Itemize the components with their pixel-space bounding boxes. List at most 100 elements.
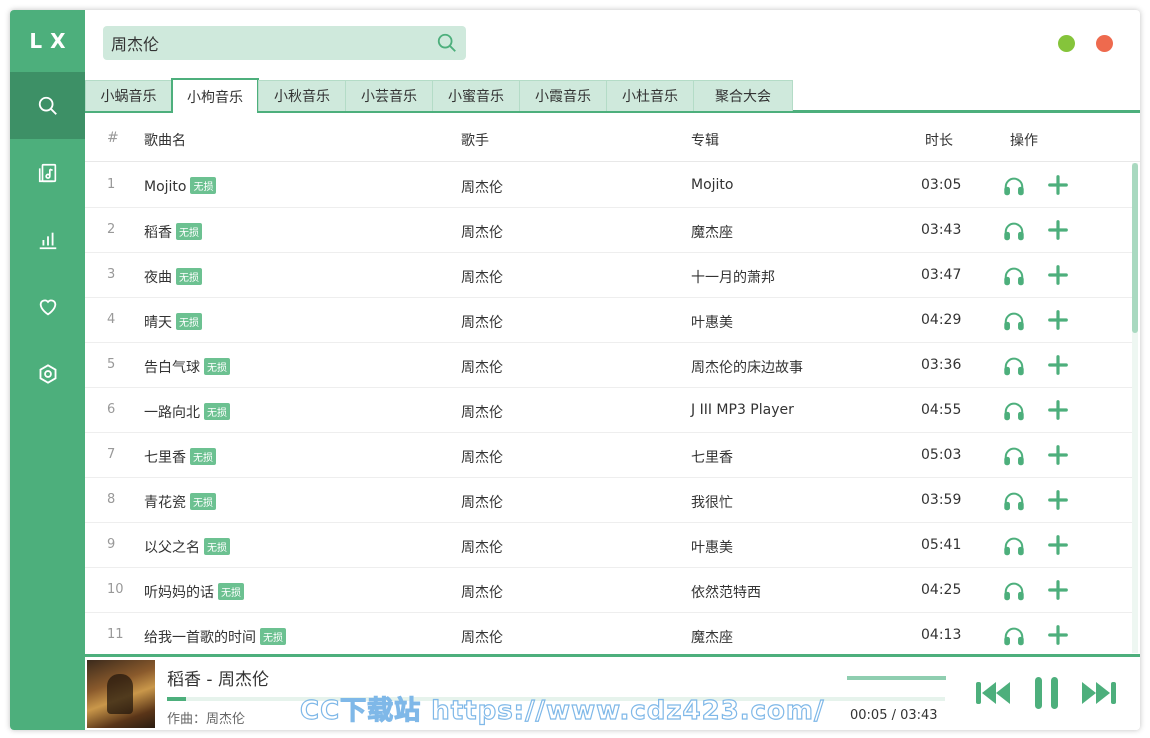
table-row[interactable]: 8 青花瓷 无损 周杰伦 我很忙 03:59 — [85, 478, 1133, 523]
song-number: 1 — [107, 177, 116, 192]
headphones-icon[interactable] — [1003, 625, 1025, 647]
add-icon[interactable] — [1047, 579, 1069, 601]
song-singer[interactable]: 周杰伦 — [461, 447, 503, 467]
song-singer[interactable]: 周杰伦 — [461, 582, 503, 602]
song-name: 稻香 — [144, 225, 172, 241]
song-album[interactable]: 我很忙 — [691, 492, 733, 512]
headphones-icon[interactable] — [1003, 490, 1025, 512]
song-singer[interactable]: 周杰伦 — [461, 357, 503, 377]
song-album[interactable]: 周杰伦的床边故事 — [691, 357, 803, 377]
add-icon[interactable] — [1047, 309, 1069, 331]
previous-track-icon[interactable] — [974, 674, 1014, 712]
tab-source[interactable]: 小蜜音乐 — [432, 80, 520, 111]
song-singer[interactable]: 周杰伦 — [461, 627, 503, 647]
add-icon[interactable] — [1047, 399, 1069, 421]
song-album[interactable]: 依然范特西 — [691, 582, 761, 602]
song-singer[interactable]: 周杰伦 — [461, 492, 503, 512]
sidebar-item-leaderboard[interactable] — [10, 206, 85, 273]
add-icon[interactable] — [1047, 264, 1069, 286]
tab-source[interactable]: 小蜗音乐 — [85, 80, 172, 111]
song-album[interactable]: J III MP3 Player — [691, 402, 794, 418]
song-album[interactable]: 魔杰座 — [691, 627, 733, 647]
header-num: # — [107, 130, 119, 146]
lossless-badge: 无损 — [260, 628, 286, 645]
sidebar-item-settings[interactable] — [10, 340, 85, 407]
pause-icon[interactable] — [1027, 674, 1067, 712]
close-button[interactable] — [1096, 35, 1113, 52]
lossless-badge: 无损 — [218, 583, 244, 600]
song-singer[interactable]: 周杰伦 — [461, 402, 503, 422]
song-album[interactable]: 十一月的萧邦 — [691, 267, 775, 287]
tab-source[interactable]: 聚合大会 — [693, 80, 793, 111]
headphones-icon[interactable] — [1003, 265, 1025, 287]
table-row[interactable]: 1 Mojito 无损 周杰伦 Mojito 03:05 — [85, 163, 1133, 208]
song-name: 告白气球 — [144, 360, 200, 376]
add-icon[interactable] — [1047, 219, 1069, 241]
song-number: 5 — [107, 357, 116, 372]
table-row[interactable]: 3 夜曲 无损 周杰伦 十一月的萧邦 03:47 — [85, 253, 1133, 298]
song-name-cell: 给我一首歌的时间 无损 — [144, 627, 286, 647]
now-playing-title: 稻香 - 周杰伦 — [167, 670, 269, 690]
headphones-icon[interactable] — [1003, 175, 1025, 197]
song-album[interactable]: 叶惠美 — [691, 537, 733, 557]
song-album[interactable]: 七里香 — [691, 447, 733, 467]
song-name: 听妈妈的话 — [144, 585, 214, 601]
tab-source[interactable]: 小杜音乐 — [606, 80, 694, 111]
watermark-text: CC下载站 https://www.cdz423.com/ — [299, 695, 825, 726]
table-row[interactable]: 5 告白气球 无损 周杰伦 周杰伦的床边故事 03:36 — [85, 343, 1133, 388]
add-icon[interactable] — [1047, 624, 1069, 646]
search-icon[interactable] — [436, 32, 458, 54]
song-singer[interactable]: 周杰伦 — [461, 312, 503, 332]
table-row[interactable]: 9 以父之名 无损 周杰伦 叶惠美 05:41 — [85, 523, 1133, 568]
song-singer[interactable]: 周杰伦 — [461, 177, 503, 197]
song-album[interactable]: 叶惠美 — [691, 312, 733, 332]
scrollbar-thumb[interactable] — [1132, 163, 1138, 333]
tab-source[interactable]: 小秋音乐 — [258, 80, 346, 111]
song-name: 青花瓷 — [144, 495, 186, 511]
table-row[interactable]: 4 晴天 无损 周杰伦 叶惠美 04:29 — [85, 298, 1133, 343]
headphones-icon[interactable] — [1003, 310, 1025, 332]
next-track-icon[interactable] — [1078, 674, 1118, 712]
song-number: 8 — [107, 492, 116, 507]
song-album[interactable]: 魔杰座 — [691, 222, 733, 242]
search-input[interactable] — [103, 26, 423, 60]
song-singer[interactable]: 周杰伦 — [461, 222, 503, 242]
album-cover[interactable] — [87, 660, 155, 728]
headphones-icon[interactable] — [1003, 535, 1025, 557]
headphones-icon[interactable] — [1003, 580, 1025, 602]
table-row[interactable]: 10 听妈妈的话 无损 周杰伦 依然范特西 04:25 — [85, 568, 1133, 613]
add-icon[interactable] — [1047, 444, 1069, 466]
table-row[interactable]: 6 一路向北 无损 周杰伦 J III MP3 Player 04:55 — [85, 388, 1133, 433]
add-icon[interactable] — [1047, 534, 1069, 556]
add-icon[interactable] — [1047, 354, 1069, 376]
tab-source[interactable]: 小芸音乐 — [345, 80, 433, 111]
headphones-icon[interactable] — [1003, 400, 1025, 422]
sidebar-item-search[interactable] — [10, 72, 85, 139]
table-row[interactable]: 11 给我一首歌的时间 无损 周杰伦 魔杰座 04:13 — [85, 613, 1133, 653]
song-duration: 03:36 — [921, 357, 962, 373]
headphones-icon[interactable] — [1003, 355, 1025, 377]
tab-source-active[interactable]: 小枸音乐 — [171, 78, 259, 113]
sidebar-item-songlist[interactable] — [10, 139, 85, 206]
headphones-icon[interactable] — [1003, 445, 1025, 467]
song-duration: 03:05 — [921, 177, 962, 193]
add-icon[interactable] — [1047, 489, 1069, 511]
song-singer[interactable]: 周杰伦 — [461, 537, 503, 557]
headphones-icon[interactable] — [1003, 220, 1025, 242]
song-name-cell: Mojito 无损 — [144, 177, 217, 195]
table-row[interactable]: 2 稻香 无损 周杰伦 魔杰座 03:43 — [85, 208, 1133, 253]
volume-slider[interactable] — [847, 676, 946, 680]
header-album: 专辑 — [691, 133, 719, 149]
song-list[interactable]: 1 Mojito 无损 周杰伦 Mojito 03:05 2 稻香 无损 周杰伦 魔杰座 03:43 3… — [85, 163, 1140, 653]
song-duration: 03:59 — [921, 492, 962, 508]
song-singer[interactable]: 周杰伦 — [461, 267, 503, 287]
sidebar-item-favorites[interactable] — [10, 273, 85, 340]
song-album[interactable]: Mojito — [691, 177, 733, 193]
table-row[interactable]: 7 七里香 无损 周杰伦 七里香 05:03 — [85, 433, 1133, 478]
add-icon[interactable] — [1047, 174, 1069, 196]
lossless-badge: 无损 — [190, 493, 216, 510]
lossless-badge: 无损 — [176, 313, 202, 330]
tab-source[interactable]: 小霞音乐 — [519, 80, 607, 111]
minimize-button[interactable] — [1058, 35, 1075, 52]
app-window: LX 周杰伦 小蜗音乐 小枸音乐 小秋音乐 小芸音乐 小蜜音乐 小霞音乐 小杜音… — [10, 10, 1140, 730]
